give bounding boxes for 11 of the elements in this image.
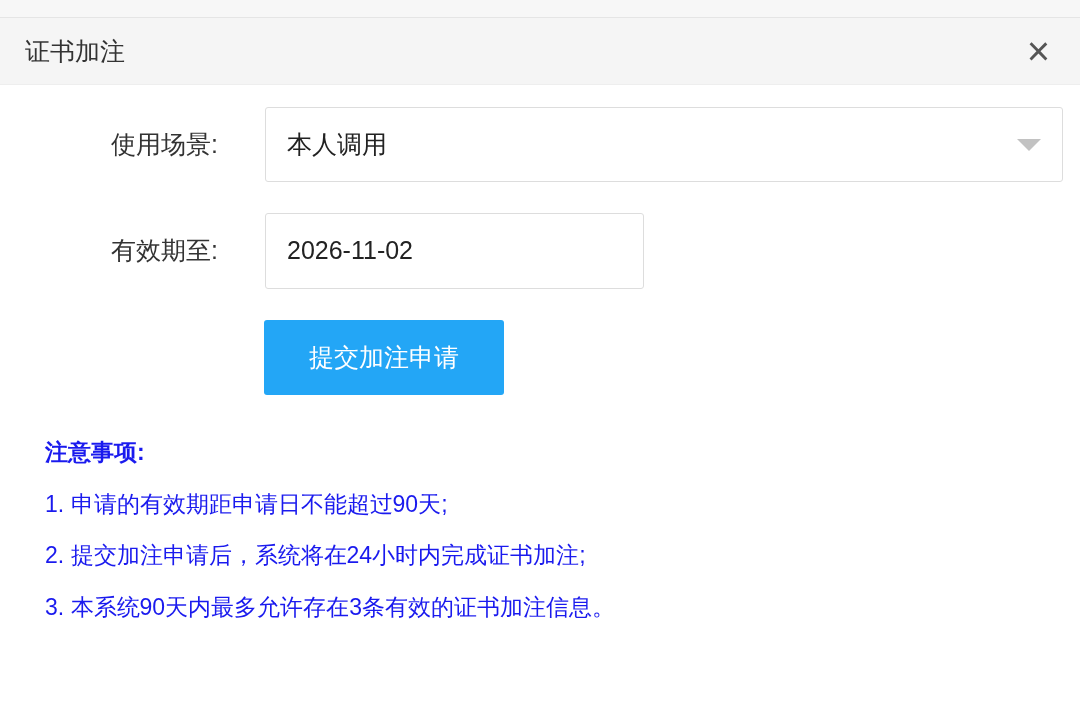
close-button[interactable]: ×: [1026, 31, 1050, 71]
caret-icon: [1017, 138, 1041, 151]
dialog-title: 证书加注: [25, 38, 125, 64]
scenario-select[interactable]: 本人调用: [265, 107, 1063, 182]
notes-title: 注意事项:: [45, 438, 146, 467]
date-field[interactable]: 2026-11-02: [265, 213, 644, 289]
field-label: 有效期至:: [110, 235, 219, 267]
note-text: 2. 提交加注申请后，系统将在24小时内完成证书加注;: [45, 541, 587, 570]
note-text: 1. 申请的有效期距申请日不能超过90天;: [45, 489, 449, 519]
field-label: 使用场景:: [110, 128, 219, 160]
note-text: 3. 本系统90天内最多允许存在3条有效的证书加注信息。: [45, 592, 616, 622]
